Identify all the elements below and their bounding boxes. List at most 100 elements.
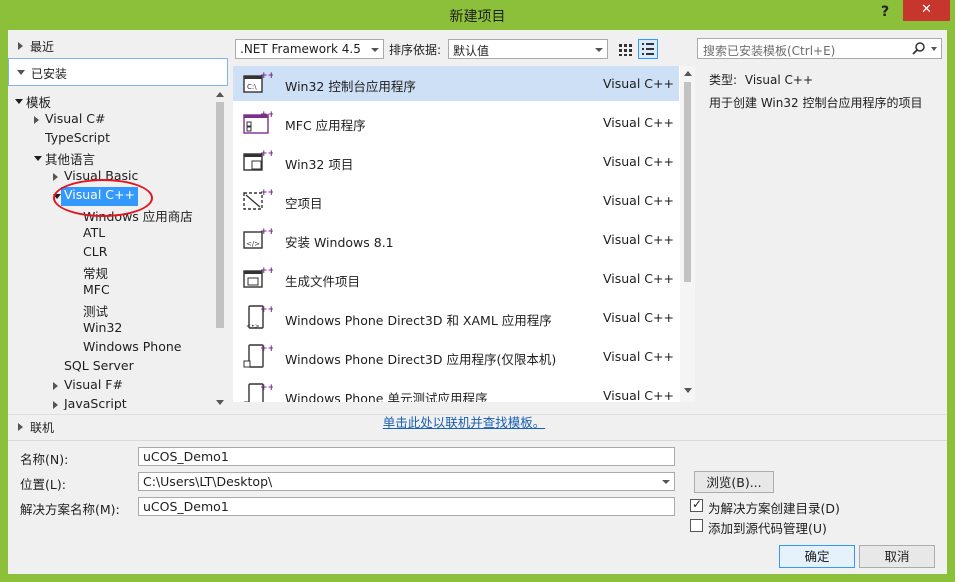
new-project-dialog: 新建项目 ? ✕ 最近 已安装 模板 Visual C# TypeScript 其他语… xyxy=(0,0,955,582)
phone-xaml-icon: <•> ++ xyxy=(243,304,275,330)
template-name: 空项目 xyxy=(285,196,323,211)
category-tree: 模板 Visual C# TypeScript 其他语言 Visual Basic Vis… xyxy=(8,88,222,410)
close-button[interactable]: ✕ xyxy=(903,0,950,21)
tree-item[interactable]: MFC xyxy=(83,282,110,301)
name-label: 名称(N): xyxy=(20,452,69,467)
template-item[interactable]: ++ MFC 应用程序 Visual C++ xyxy=(233,105,679,140)
tree-item[interactable]: 测试 xyxy=(83,301,108,320)
svg-text:</>: </> xyxy=(246,240,260,248)
tree-item[interactable]: 其他语言 xyxy=(34,149,95,168)
tree-item[interactable]: Visual C# xyxy=(34,111,106,130)
expand-arrow-icon[interactable] xyxy=(53,401,58,409)
console-app-icon: C:\ ++ xyxy=(243,70,275,96)
template-scroll-thumb[interactable] xyxy=(684,82,691,282)
tree-scrollbar[interactable] xyxy=(214,88,226,410)
create-directory-label[interactable]: 为解决方案创建目录(D) xyxy=(708,498,840,517)
project-form: 名称(N): uCOS_Demo1 位置(L): C:\Users\LT\Des… xyxy=(8,440,947,574)
create-directory-checkbox[interactable]: ✓ xyxy=(690,497,703,512)
ok-button[interactable]: 确定 xyxy=(779,545,855,568)
template-language: Visual C++ xyxy=(603,115,674,130)
template-item[interactable]: </> ++ 安装 Windows 8.1 Visual C++ xyxy=(233,222,679,257)
framework-select[interactable]: .NET Framework 4.5 xyxy=(235,39,384,59)
search-input[interactable]: 搜索已安装模板(Ctrl+E) xyxy=(697,38,942,59)
tree-item-label: 模板 xyxy=(26,95,52,110)
sort-select[interactable]: 默认值 xyxy=(448,39,608,59)
collapse-arrow-icon[interactable] xyxy=(34,156,42,161)
tree-item[interactable]: 模板 xyxy=(15,92,52,111)
search-options-icon[interactable] xyxy=(931,47,937,51)
name-field[interactable]: uCOS_Demo1 xyxy=(138,447,675,466)
source-control-label[interactable]: 添加到源代码管理(U) xyxy=(708,518,827,537)
chevron-down-icon[interactable] xyxy=(662,480,670,484)
tree-item[interactable]: ATL xyxy=(83,225,105,244)
location-field[interactable]: C:\Users\LT\Desktop\ xyxy=(138,472,675,491)
recent-node[interactable]: 最近 xyxy=(8,34,230,54)
location-value: C:\Users\LT\Desktop\ xyxy=(143,474,273,489)
tree-item[interactable]: Visual F# xyxy=(53,377,123,396)
list-view-icon xyxy=(642,43,654,55)
scroll-up-icon[interactable] xyxy=(216,92,224,97)
solution-name-field[interactable]: uCOS_Demo1 xyxy=(138,497,675,516)
tree-item-label: TypeScript xyxy=(45,130,110,145)
source-control-checkbox[interactable] xyxy=(690,519,703,532)
search-placeholder: 搜索已安装模板(Ctrl+E) xyxy=(703,44,836,58)
highlight-annotation xyxy=(53,179,153,217)
template-list: C:\ ++ Win32 控制台应用程序 Visual C++ ++ MFC 应用程序 Vi… xyxy=(233,66,695,402)
install-windows-icon: </> ++ xyxy=(243,226,275,252)
tree-item[interactable]: TypeScript xyxy=(45,130,110,149)
tree-item[interactable]: Win32 xyxy=(83,320,122,339)
small-icons-view-button[interactable] xyxy=(615,39,635,59)
expand-arrow-icon[interactable] xyxy=(53,382,58,390)
browse-button[interactable]: 浏览(B)... xyxy=(694,471,774,493)
template-item[interactable]: <•> ++ Windows Phone Direct3D 和 XAML 应用程序 V… xyxy=(233,300,679,335)
tree-item-label: Visual C# xyxy=(45,111,106,126)
template-language: Visual C++ xyxy=(603,271,674,286)
tree-item-label: 常规 xyxy=(83,266,109,281)
collapse-arrow-icon xyxy=(17,70,25,75)
tree-item-label: 测试 xyxy=(83,304,109,319)
svg-text:++: ++ xyxy=(260,188,273,198)
svg-text:++: ++ xyxy=(260,110,273,120)
search-icon[interactable] xyxy=(912,41,926,55)
template-name: Windows Phone 单元测试应用程序 xyxy=(285,391,488,402)
template-name: MFC 应用程序 xyxy=(285,118,366,133)
phone-d3d-icon: ++ xyxy=(243,343,275,369)
scroll-down-icon[interactable] xyxy=(216,400,224,405)
template-language: Visual C++ xyxy=(603,154,674,169)
template-item[interactable]: ++ Windows Phone Direct3D 应用程序(仅限本机) Visua… xyxy=(233,339,679,374)
cancel-button[interactable]: 取消 xyxy=(859,545,935,568)
expand-arrow-icon[interactable] xyxy=(34,116,39,124)
template-item[interactable]: ++ 空项目 Visual C++ xyxy=(233,183,679,218)
template-item[interactable]: ++ 生成文件项目 Visual C++ xyxy=(233,261,679,296)
template-item[interactable]: ++ Win32 项目 Visual C++ xyxy=(233,144,679,179)
tree-item[interactable]: JavaScript xyxy=(53,396,127,410)
checkmark-icon: ✓ xyxy=(692,497,703,511)
tree-item-label: SQL Server xyxy=(64,358,134,373)
template-language: Visual C++ xyxy=(603,388,674,402)
expand-arrow-icon[interactable] xyxy=(53,173,58,181)
grid-view-icon xyxy=(619,44,632,56)
location-label: 位置(L): xyxy=(20,477,66,492)
tree-item[interactable]: Windows Phone xyxy=(83,339,182,358)
tree-item[interactable]: CLR xyxy=(83,244,107,263)
template-category-panel: 最近 已安装 模板 Visual C# TypeScript 其他语言 Visual B… xyxy=(8,30,230,412)
find-online-templates-link[interactable]: 单击此处以联机并查找模板。 xyxy=(233,412,695,431)
svg-text:++: ++ xyxy=(260,227,273,237)
svg-text:++: ++ xyxy=(260,383,273,393)
tree-item[interactable]: 常规 xyxy=(83,263,108,282)
template-name: Win32 项目 xyxy=(285,157,354,172)
help-button[interactable]: ? xyxy=(870,2,900,24)
installed-label: 已安装 xyxy=(31,67,68,81)
tree-scroll-thumb[interactable] xyxy=(216,102,224,328)
template-scrollbar[interactable] xyxy=(680,66,695,402)
scroll-up-icon[interactable] xyxy=(684,71,692,76)
tree-item[interactable]: SQL Server xyxy=(64,358,134,377)
scroll-down-icon[interactable] xyxy=(684,388,692,393)
list-view-button[interactable] xyxy=(638,39,658,59)
collapse-arrow-icon[interactable] xyxy=(15,99,23,104)
installed-node[interactable]: 已安装 xyxy=(8,58,228,86)
template-item[interactable]: π ++ Windows Phone 单元测试应用程序 Visual C++ xyxy=(233,378,679,402)
chevron-down-icon xyxy=(371,48,379,52)
template-item[interactable]: C:\ ++ Win32 控制台应用程序 Visual C++ xyxy=(233,66,679,101)
svg-text:++: ++ xyxy=(260,305,273,315)
